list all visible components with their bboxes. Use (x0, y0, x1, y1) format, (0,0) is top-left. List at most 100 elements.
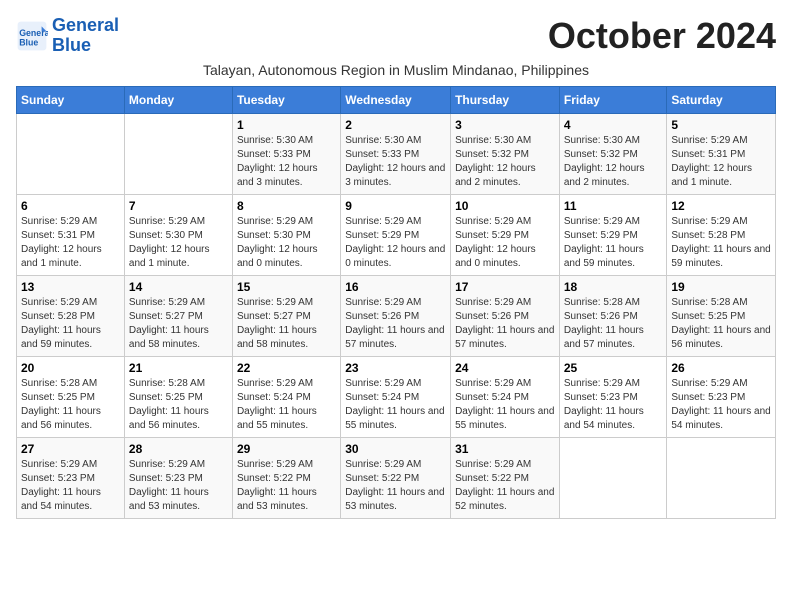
day-number: 13 (21, 280, 120, 294)
col-header-friday: Friday (559, 86, 667, 113)
day-info: Sunrise: 5:29 AM Sunset: 5:30 PM Dayligh… (237, 215, 336, 271)
calendar-cell: 4Sunrise: 5:30 AM Sunset: 5:32 PM Daylig… (559, 113, 667, 194)
day-info: Sunrise: 5:28 AM Sunset: 5:25 PM Dayligh… (129, 377, 228, 433)
day-number: 9 (345, 199, 446, 213)
calendar-cell: 7 Sunrise: 5:29 AM Sunset: 5:30 PM Daylig… (124, 194, 232, 275)
day-number: 17 (455, 280, 555, 294)
day-info: Sunrise: 5:28 AM Sunset: 5:25 PM Dayligh… (21, 377, 120, 433)
day-number: 11 (564, 199, 663, 213)
day-number: 25 (564, 361, 663, 375)
calendar-cell: 12 Sunrise: 5:29 AM Sunset: 5:28 PM Dayli… (667, 194, 776, 275)
day-info: Sunrise: 5:30 AM Sunset: 5:32 PM Dayligh… (564, 134, 663, 190)
day-number: 28 (129, 442, 228, 456)
calendar-cell (667, 437, 776, 518)
day-info: Sunrise: 5:29 AM Sunset: 5:31 PM Dayligh… (21, 215, 120, 271)
day-number: 18 (564, 280, 663, 294)
calendar-cell (124, 113, 232, 194)
logo-icon: General Blue (16, 20, 48, 52)
calendar-cell: 14 Sunrise: 5:29 AM Sunset: 5:27 PM Dayli… (124, 275, 232, 356)
day-number: 22 (237, 361, 336, 375)
calendar-cell: 13 Sunrise: 5:29 AM Sunset: 5:28 PM Dayli… (17, 275, 125, 356)
day-info: Sunrise: 5:29 AM Sunset: 5:27 PM Dayligh… (129, 296, 228, 352)
day-info: Sunrise: 5:29 AM Sunset: 5:29 PM Dayligh… (564, 215, 663, 271)
day-number: 2 (345, 118, 446, 132)
day-info: Sunrise: 5:29 AM Sunset: 5:23 PM Dayligh… (564, 377, 663, 433)
day-info: Sunrise: 5:29 AM Sunset: 5:22 PM Dayligh… (345, 458, 446, 514)
day-number: 21 (129, 361, 228, 375)
col-header-sunday: Sunday (17, 86, 125, 113)
day-number: 14 (129, 280, 228, 294)
calendar-cell: 8 Sunrise: 5:29 AM Sunset: 5:30 PM Daylig… (232, 194, 340, 275)
calendar-cell: 3 Sunrise: 5:30 AM Sunset: 5:32 PM Daylig… (451, 113, 560, 194)
day-number: 12 (671, 199, 771, 213)
day-number: 3 (455, 118, 555, 132)
day-info: Sunrise: 5:29 AM Sunset: 5:26 PM Dayligh… (455, 296, 555, 352)
calendar-cell: 27 Sunrise: 5:29 AM Sunset: 5:23 PM Dayli… (17, 437, 125, 518)
day-info: Sunrise: 5:29 AM Sunset: 5:24 PM Dayligh… (237, 377, 336, 433)
day-number: 27 (21, 442, 120, 456)
day-number: 24 (455, 361, 555, 375)
day-info: Sunrise: 5:29 AM Sunset: 5:29 PM Dayligh… (345, 215, 446, 271)
day-number: 6 (21, 199, 120, 213)
day-info: Sunrise: 5:30 AM Sunset: 5:33 PM Dayligh… (237, 134, 336, 190)
day-info: Sunrise: 5:29 AM Sunset: 5:28 PM Dayligh… (671, 215, 771, 271)
calendar-cell: 31Sunrise: 5:29 AM Sunset: 5:22 PM Dayli… (451, 437, 560, 518)
calendar-table: SundayMondayTuesdayWednesdayThursdayFrid… (16, 86, 776, 519)
calendar-cell: 15 Sunrise: 5:29 AM Sunset: 5:27 PM Dayli… (232, 275, 340, 356)
calendar-cell: 16 Sunrise: 5:29 AM Sunset: 5:26 PM Dayli… (341, 275, 451, 356)
calendar-cell: 10 Sunrise: 5:29 AM Sunset: 5:29 PM Dayli… (451, 194, 560, 275)
day-number: 8 (237, 199, 336, 213)
calendar-cell: 22 Sunrise: 5:29 AM Sunset: 5:24 PM Dayli… (232, 356, 340, 437)
day-number: 19 (671, 280, 771, 294)
day-number: 31 (455, 442, 555, 456)
day-info: Sunrise: 5:29 AM Sunset: 5:27 PM Dayligh… (237, 296, 336, 352)
day-number: 5 (671, 118, 771, 132)
day-number: 26 (671, 361, 771, 375)
day-info: Sunrise: 5:29 AM Sunset: 5:23 PM Dayligh… (21, 458, 120, 514)
svg-text:Blue: Blue (19, 37, 38, 47)
day-info: Sunrise: 5:29 AM Sunset: 5:23 PM Dayligh… (129, 458, 228, 514)
month-title: October 2024 (548, 16, 776, 56)
day-info: Sunrise: 5:29 AM Sunset: 5:24 PM Dayligh… (345, 377, 446, 433)
logo-text: General Blue (52, 16, 119, 56)
day-number: 7 (129, 199, 228, 213)
day-info: Sunrise: 5:29 AM Sunset: 5:29 PM Dayligh… (455, 215, 555, 271)
day-number: 1 (237, 118, 336, 132)
day-number: 10 (455, 199, 555, 213)
day-info: Sunrise: 5:29 AM Sunset: 5:24 PM Dayligh… (455, 377, 555, 433)
calendar-cell: 28 Sunrise: 5:29 AM Sunset: 5:23 PM Dayli… (124, 437, 232, 518)
logo: General Blue General Blue (16, 16, 119, 56)
calendar-cell: 11 Sunrise: 5:29 AM Sunset: 5:29 PM Dayli… (559, 194, 667, 275)
day-info: Sunrise: 5:30 AM Sunset: 5:33 PM Dayligh… (345, 134, 446, 190)
calendar-cell: 18 Sunrise: 5:28 AM Sunset: 5:26 PM Dayli… (559, 275, 667, 356)
day-info: Sunrise: 5:30 AM Sunset: 5:32 PM Dayligh… (455, 134, 555, 190)
col-header-tuesday: Tuesday (232, 86, 340, 113)
calendar-cell: 6 Sunrise: 5:29 AM Sunset: 5:31 PM Daylig… (17, 194, 125, 275)
calendar-cell: 21 Sunrise: 5:28 AM Sunset: 5:25 PM Dayli… (124, 356, 232, 437)
col-header-thursday: Thursday (451, 86, 560, 113)
day-info: Sunrise: 5:29 AM Sunset: 5:28 PM Dayligh… (21, 296, 120, 352)
day-number: 15 (237, 280, 336, 294)
day-info: Sunrise: 5:29 AM Sunset: 5:31 PM Dayligh… (671, 134, 771, 190)
calendar-cell: 17 Sunrise: 5:29 AM Sunset: 5:26 PM Dayli… (451, 275, 560, 356)
day-info: Sunrise: 5:28 AM Sunset: 5:25 PM Dayligh… (671, 296, 771, 352)
calendar-cell: 25 Sunrise: 5:29 AM Sunset: 5:23 PM Dayli… (559, 356, 667, 437)
day-info: Sunrise: 5:28 AM Sunset: 5:26 PM Dayligh… (564, 296, 663, 352)
day-info: Sunrise: 5:29 AM Sunset: 5:23 PM Dayligh… (671, 377, 771, 433)
day-info: Sunrise: 5:29 AM Sunset: 5:26 PM Dayligh… (345, 296, 446, 352)
day-number: 16 (345, 280, 446, 294)
day-number: 29 (237, 442, 336, 456)
day-number: 20 (21, 361, 120, 375)
calendar-cell: 29 Sunrise: 5:29 AM Sunset: 5:22 PM Dayli… (232, 437, 340, 518)
calendar-cell: 26 Sunrise: 5:29 AM Sunset: 5:23 PM Dayli… (667, 356, 776, 437)
col-header-wednesday: Wednesday (341, 86, 451, 113)
day-info: Sunrise: 5:29 AM Sunset: 5:22 PM Dayligh… (237, 458, 336, 514)
calendar-cell: 1 Sunrise: 5:30 AM Sunset: 5:33 PM Daylig… (232, 113, 340, 194)
calendar-cell: 23Sunrise: 5:29 AM Sunset: 5:24 PM Dayli… (341, 356, 451, 437)
calendar-cell: 19 Sunrise: 5:28 AM Sunset: 5:25 PM Dayli… (667, 275, 776, 356)
day-info: Sunrise: 5:29 AM Sunset: 5:30 PM Dayligh… (129, 215, 228, 271)
location-title: Talayan, Autonomous Region in Muslim Min… (16, 62, 776, 78)
calendar-cell: 9 Sunrise: 5:29 AM Sunset: 5:29 PM Daylig… (341, 194, 451, 275)
day-number: 30 (345, 442, 446, 456)
calendar-cell (559, 437, 667, 518)
